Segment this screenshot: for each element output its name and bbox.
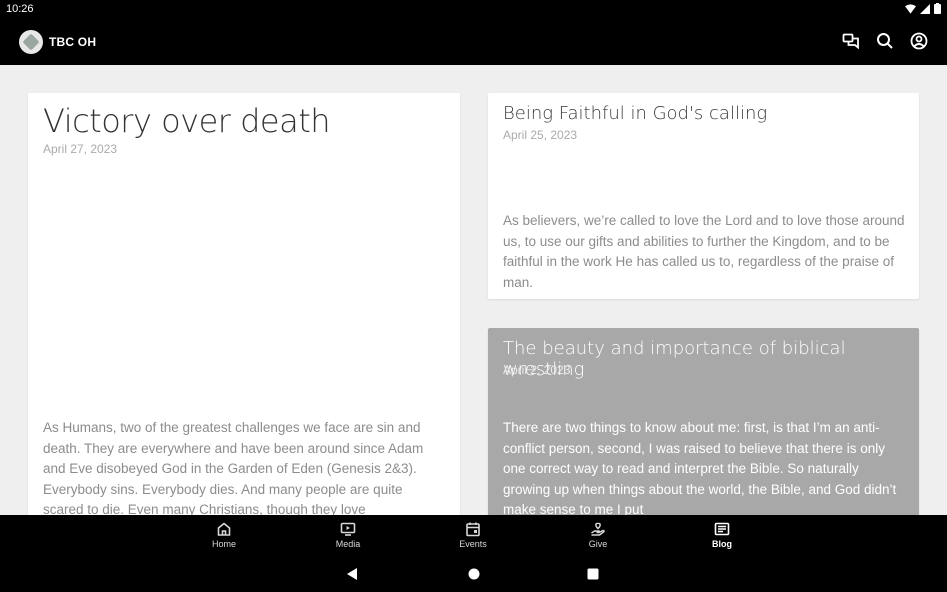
calendar-icon <box>466 522 480 537</box>
back-icon[interactable] <box>346 567 358 581</box>
blog-icon <box>714 522 730 536</box>
blog-post-card[interactable]: Being Faithful in God's calling April 25… <box>488 93 919 299</box>
nav-item-home[interactable]: Home <box>194 521 254 549</box>
chat-icon[interactable] <box>841 31 861 51</box>
battery-icon <box>934 3 941 14</box>
nav-label: Media <box>335 539 361 549</box>
post-title: Victory over death <box>43 102 331 140</box>
nav-item-blog[interactable]: Blog <box>692 521 752 549</box>
search-icon[interactable] <box>875 31 895 51</box>
blog-post-card[interactable]: The beauty and importance of biblical wr… <box>488 328 919 528</box>
app-logo[interactable] <box>19 30 43 54</box>
post-excerpt: As believers, we’re called to love the L… <box>503 213 905 290</box>
nav-label: Blog <box>712 539 732 549</box>
home-icon <box>217 522 231 536</box>
app-title: TBC OH <box>49 35 97 49</box>
give-icon <box>591 522 605 536</box>
home-circle-icon[interactable] <box>468 568 480 580</box>
post-excerpt: There are two things to know about me: f… <box>503 420 897 517</box>
system-nav-bar <box>0 557 947 592</box>
recents-icon[interactable] <box>587 568 599 580</box>
nav-item-media[interactable]: Media <box>318 521 378 549</box>
status-bar: 10:26 <box>0 0 947 18</box>
post-title: Being Faithful in God's calling <box>503 103 768 124</box>
app-bar: TBC OH <box>0 18 947 65</box>
nav-item-events[interactable]: Events <box>443 521 503 549</box>
post-date: April 27, 2023 <box>43 142 118 156</box>
nav-label: Home <box>211 539 236 549</box>
post-excerpt: As Humans, two of the greatest challenge… <box>43 420 424 517</box>
post-date: April 2, 2023 <box>503 363 571 377</box>
nav-label: Events <box>459 539 487 549</box>
account-icon[interactable] <box>909 31 929 51</box>
status-time: 10:26 <box>6 3 34 15</box>
wifi-icon <box>905 3 916 14</box>
bottom-nav: Home Media Events Give Blog <box>0 515 947 557</box>
nav-item-give[interactable]: Give <box>568 521 628 549</box>
app-actions <box>841 31 929 51</box>
post-date: April 25, 2023 <box>503 128 578 142</box>
signal-icon <box>920 3 930 14</box>
blog-post-card[interactable]: Victory over death April 27, 2023 As Hum… <box>28 93 460 523</box>
media-icon <box>340 522 356 536</box>
status-icons <box>905 3 941 14</box>
nav-label: Give <box>588 539 608 549</box>
